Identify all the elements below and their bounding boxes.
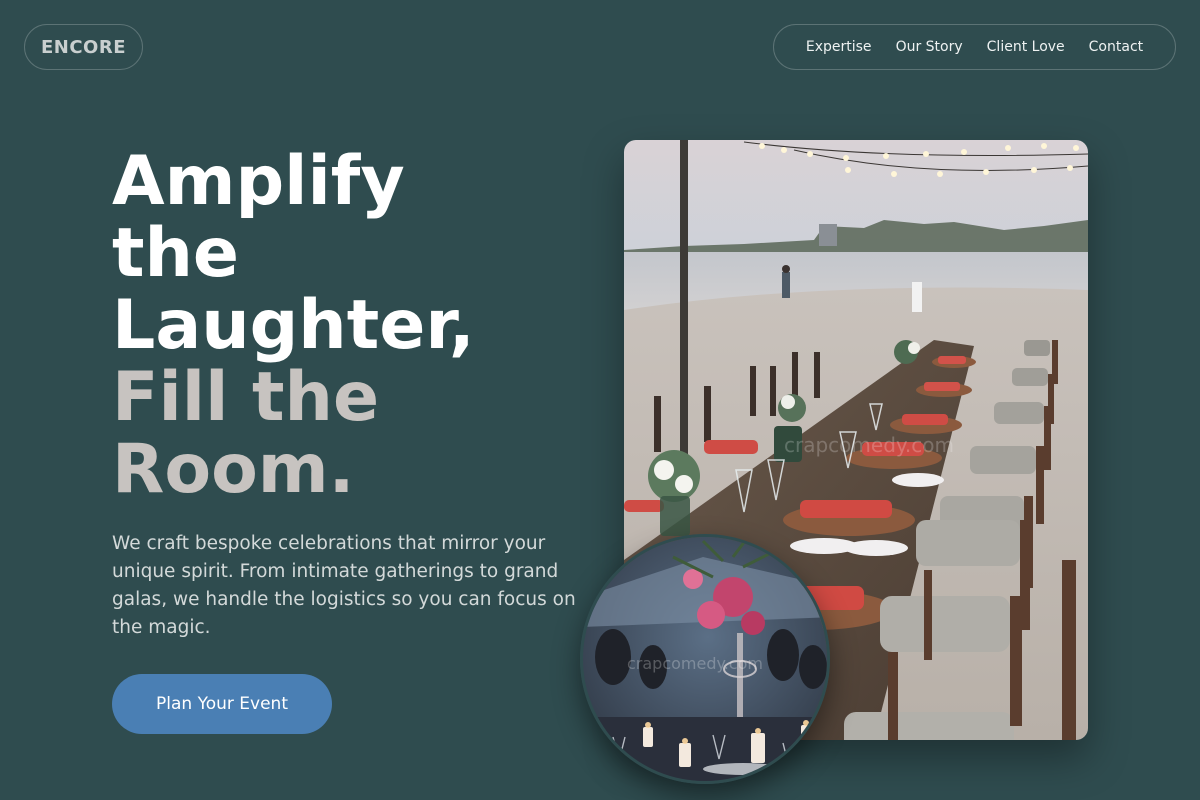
landing-page: ENCORE Expertise Our Story Client Love C…: [0, 0, 1200, 800]
watermark-main: crapcomedy.com: [784, 433, 954, 457]
headline-line-5: Room.: [112, 430, 355, 509]
headline-line-1: Amplify: [112, 142, 405, 221]
nav-link-contact[interactable]: Contact: [1089, 39, 1143, 55]
headline-line-4: Fill the: [112, 358, 380, 437]
nav-link-client-love[interactable]: Client Love: [987, 39, 1065, 55]
hero-description: We craft bespoke celebrations that mirro…: [112, 533, 576, 638]
hero-headline: Amplify the Laughter, Fill the Room.: [112, 146, 572, 506]
banquet-circle-photo: crapcomedy.com: [580, 534, 830, 784]
main-nav: Expertise Our Story Client Love Contact: [773, 24, 1176, 70]
nav-link-expertise[interactable]: Expertise: [806, 39, 872, 55]
watermark-circle: crapcomedy.com: [627, 654, 763, 673]
nav-link-our-story[interactable]: Our Story: [896, 39, 963, 55]
headline-line-2: the: [112, 214, 240, 293]
headline-line-3: Laughter,: [112, 286, 475, 365]
brand-logo[interactable]: ENCORE: [24, 24, 143, 70]
plan-event-button[interactable]: Plan Your Event: [112, 674, 332, 734]
